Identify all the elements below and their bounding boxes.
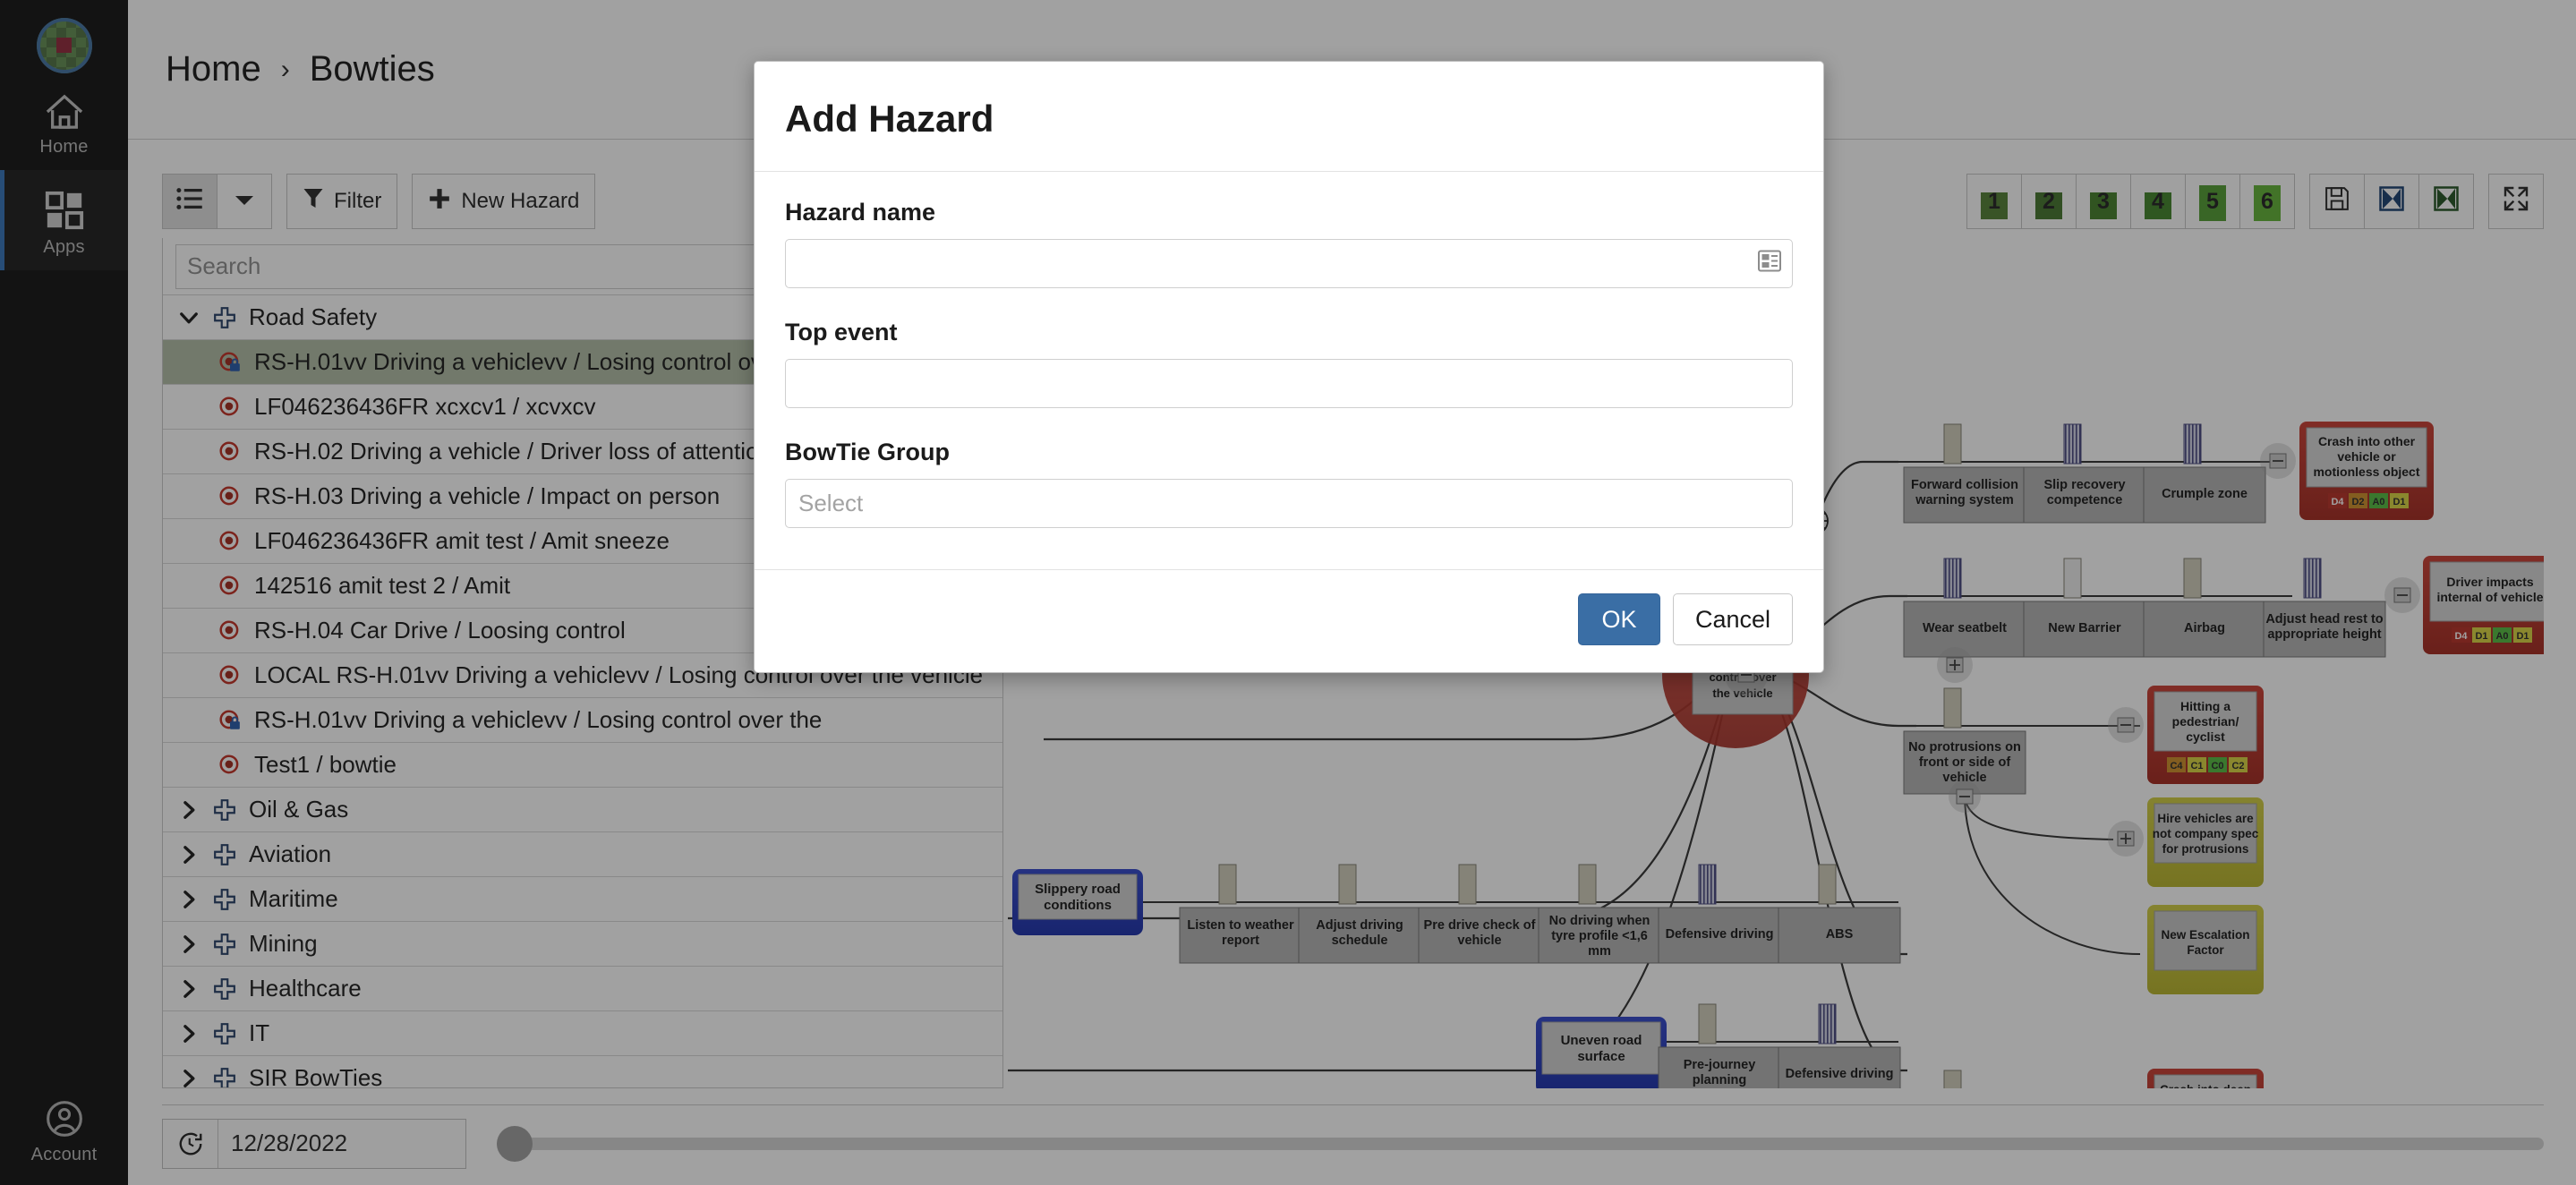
contact-card-icon[interactable] xyxy=(1758,250,1781,277)
hazard-name-input[interactable] xyxy=(785,239,1793,288)
cancel-button[interactable]: Cancel xyxy=(1673,593,1793,645)
risk-level-label: 4 xyxy=(2152,191,2164,213)
risk-level-label: 2 xyxy=(2043,191,2055,213)
bowtie-group-placeholder: Select xyxy=(798,490,863,517)
dialog-title: Add Hazard xyxy=(785,98,1793,141)
top-event-input[interactable] xyxy=(785,359,1793,408)
hazard-name-label: Hazard name xyxy=(785,199,1793,226)
add-hazard-dialog: Add Hazard Hazard name xyxy=(754,61,1824,673)
field-hazard-name: Hazard name xyxy=(785,199,1793,288)
dialog-footer: OK Cancel xyxy=(755,569,1823,672)
bowtie-group-select[interactable]: Select xyxy=(785,479,1793,528)
application-window: Home Apps Account Home › xyxy=(0,0,2576,1185)
risk-level-label: 5 xyxy=(2206,191,2219,213)
dialog-header: Add Hazard xyxy=(755,62,1823,171)
top-event-label: Top event xyxy=(785,319,1793,346)
risk-level-label: 6 xyxy=(2261,191,2273,213)
risk-level-label: 1 xyxy=(1988,191,2000,213)
dialog-body: Hazard name xyxy=(755,171,1823,569)
field-top-event: Top event xyxy=(785,319,1793,408)
field-bowtie-group: BowTie Group Select xyxy=(785,439,1793,528)
ok-button[interactable]: OK xyxy=(1578,593,1660,645)
bowtie-group-label: BowTie Group xyxy=(785,439,1793,466)
risk-level-label: 3 xyxy=(2097,191,2110,213)
